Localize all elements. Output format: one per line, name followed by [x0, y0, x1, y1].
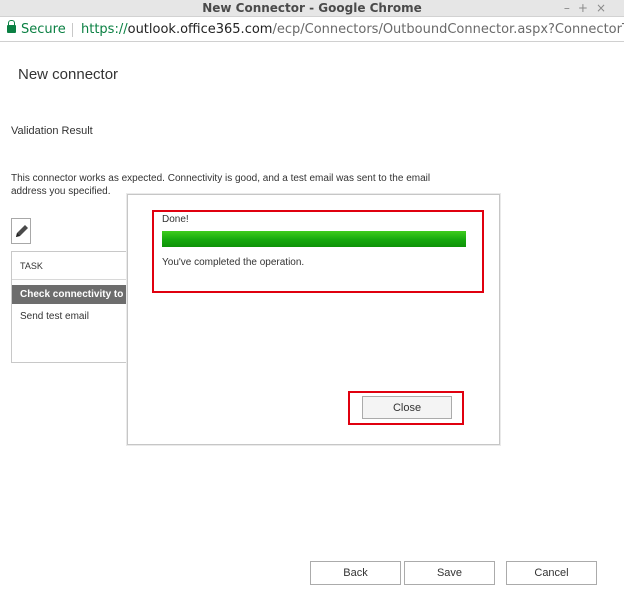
save-button[interactable]: Save — [404, 561, 495, 585]
table-row[interactable]: Check connectivity to — [12, 285, 128, 304]
page-title: New connector — [18, 66, 119, 83]
status-message: You've completed the operation. — [162, 257, 305, 268]
task-table: TASK Check connectivity to Send test ema… — [11, 251, 129, 363]
progress-dialog: Done! You've completed the operation. Cl… — [127, 194, 500, 445]
progress-fill — [162, 231, 466, 247]
url-path: /ecp/Connectors/OutboundConnector.aspx?C… — [272, 22, 624, 37]
minimize-button[interactable]: – — [564, 1, 578, 15]
url-host: outlook.office365.com — [127, 22, 273, 37]
address-bar[interactable]: Secure https://outlook.office365.com/ecp… — [0, 18, 624, 42]
window-titlebar: New Connector - Google Chrome –+× — [0, 0, 624, 17]
table-row[interactable]: Send test email — [12, 307, 128, 326]
window-controls: –+× — [564, 1, 614, 15]
progress-bar — [162, 231, 466, 247]
task-column-header[interactable]: TASK — [12, 252, 128, 280]
close-window-button[interactable]: × — [596, 1, 614, 15]
section-heading: Validation Result — [11, 125, 93, 137]
maximize-button[interactable]: + — [578, 1, 596, 15]
secure-label: Secure — [21, 22, 66, 37]
status-highlight: Done! You've completed the operation. — [152, 210, 484, 293]
edit-button[interactable] — [11, 218, 31, 244]
window-title: New Connector - Google Chrome — [202, 1, 422, 15]
lock-icon — [7, 20, 16, 33]
close-button-highlight: Close — [348, 391, 464, 425]
url-scheme: https:// — [81, 22, 128, 37]
status-label: Done! — [162, 214, 189, 225]
address-separator — [72, 23, 73, 37]
cancel-button[interactable]: Cancel — [506, 561, 597, 585]
url-text[interactable]: https://outlook.office365.com/ecp/Connec… — [81, 18, 624, 41]
back-button[interactable]: Back — [310, 561, 401, 585]
pencil-icon — [16, 225, 28, 237]
close-button[interactable]: Close — [362, 396, 452, 419]
